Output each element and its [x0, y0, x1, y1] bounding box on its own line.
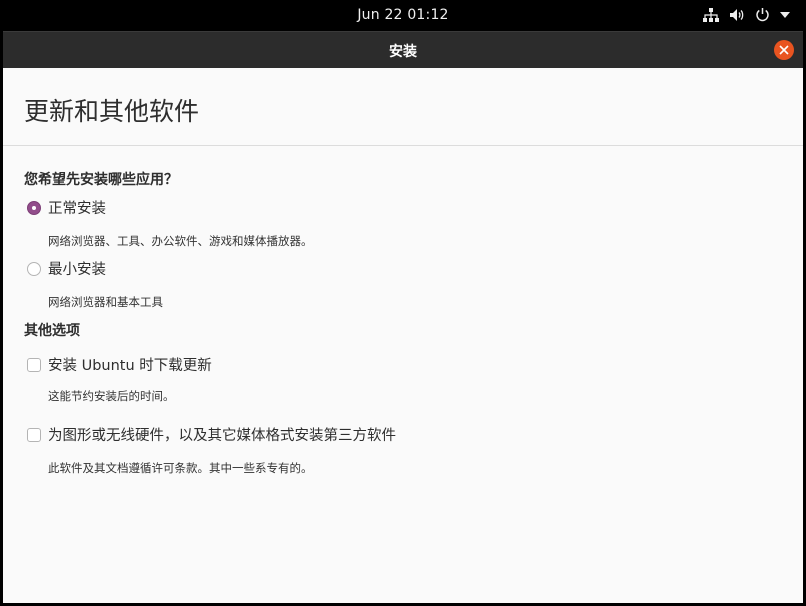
download-updates-description: 这能节约安装后的时间。 [48, 389, 175, 403]
minimal-install-radio[interactable] [27, 261, 41, 276]
install-question: 您希望先安装哪些应用？ [24, 172, 178, 188]
minimal-install-description: 网络浏览器和基本工具 [48, 295, 163, 309]
normal-install-description: 网络浏览器、工具、办公软件、游戏和媒体播放器。 [48, 234, 313, 248]
third-party-checkbox[interactable] [27, 427, 41, 442]
normal-install-label[interactable]: 正常安装 [48, 197, 106, 218]
window-title: 安装 [389, 44, 417, 60]
volume-icon[interactable] [729, 8, 745, 22]
download-updates-label[interactable]: 安装 Ubuntu 时下载更新 [48, 354, 212, 375]
close-icon [779, 45, 789, 55]
system-tray[interactable] [703, 7, 790, 22]
installer-window: 安装 更新和其他软件 您希望先安装哪些应用？ 正常安装 网络浏览器、工具、办公软… [3, 31, 803, 603]
normal-install-option[interactable]: 正常安装 [27, 197, 106, 218]
window-titlebar[interactable]: 安装 [3, 31, 803, 68]
other-options-heading: 其他选项 [24, 323, 80, 339]
third-party-description: 此软件及其文档遵循许可条款。其中一些系专有的。 [48, 461, 313, 475]
minimal-install-option[interactable]: 最小安装 [27, 258, 106, 279]
minimal-install-label[interactable]: 最小安装 [48, 258, 106, 279]
third-party-option[interactable]: 为图形或无线硬件，以及其它媒体格式安装第三方软件 [27, 424, 396, 445]
close-button[interactable] [774, 40, 794, 60]
download-updates-checkbox[interactable] [27, 357, 41, 372]
download-updates-option[interactable]: 安装 Ubuntu 时下载更新 [27, 354, 212, 375]
page-title: 更新和其他软件 [24, 97, 200, 126]
menu-arrow-icon[interactable] [780, 11, 790, 18]
top-bar: Jun 22 01:12 [0, 0, 806, 31]
normal-install-radio[interactable] [27, 200, 41, 215]
third-party-label[interactable]: 为图形或无线硬件，以及其它媒体格式安装第三方软件 [48, 424, 396, 445]
page-header: 更新和其他软件 [3, 68, 803, 146]
clock[interactable]: Jun 22 01:12 [0, 7, 806, 23]
power-icon[interactable] [755, 7, 770, 22]
network-icon[interactable] [703, 7, 719, 22]
